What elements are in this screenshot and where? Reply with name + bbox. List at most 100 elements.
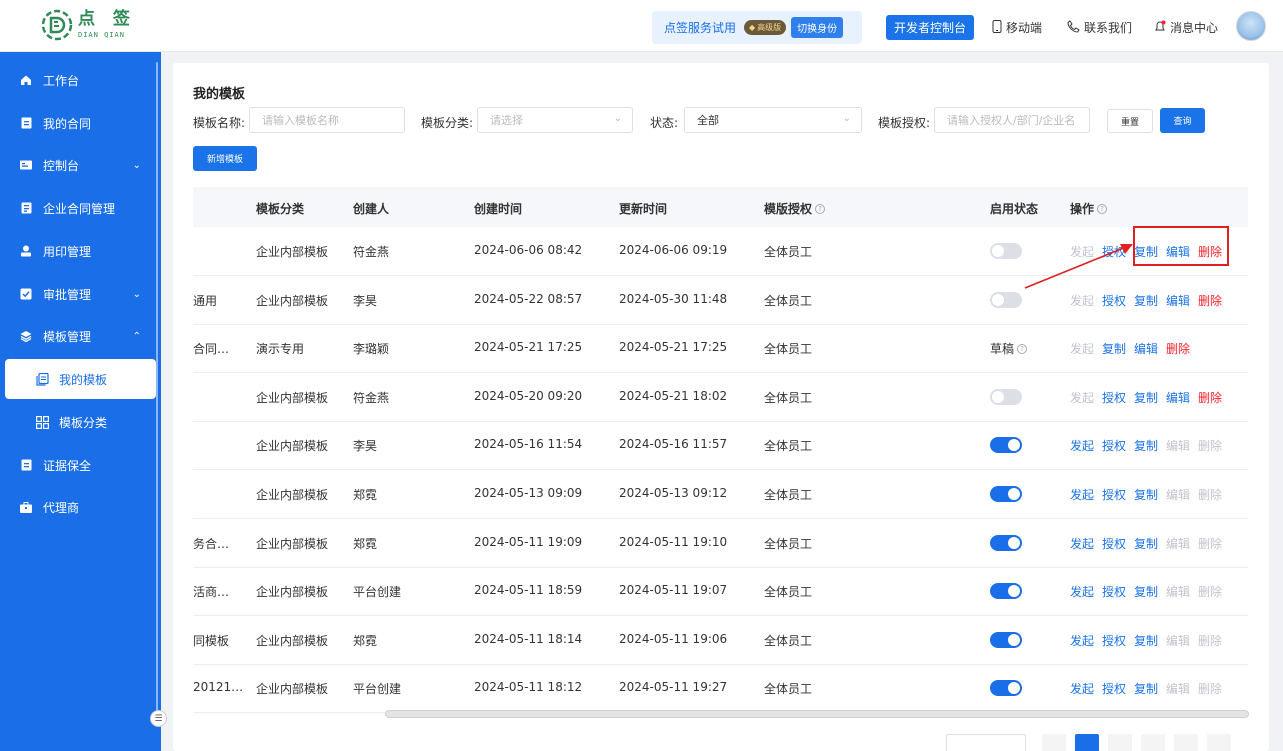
template-name-input[interactable]: 请输入模板名称 [249, 107, 405, 133]
cell-updated-time: 2024-05-11 19:27 [619, 680, 728, 695]
cell-auth: 全体员工 [764, 633, 813, 648]
query-button[interactable]: 查询 [1160, 108, 1205, 133]
copy-link[interactable]: 复制 [1134, 583, 1158, 600]
contact-link[interactable]: 联系我们 [1067, 19, 1132, 36]
table-horizontal-scrollbar[interactable] [385, 710, 1249, 718]
edit-link[interactable]: 编辑 [1166, 583, 1190, 600]
sidebar-item-evidence[interactable]: 证据保全 [0, 445, 161, 485]
launch-link[interactable]: 发起 [1070, 389, 1094, 406]
edit-link[interactable]: 编辑 [1134, 340, 1158, 357]
page-number[interactable] [1141, 734, 1165, 751]
top-bar: 点 签 DIAN QIAN 点签服务试用 ◆ 高级版 切换身份 开发者控制台 移… [0, 0, 1283, 52]
home-icon [20, 74, 32, 86]
authorize-link[interactable]: 授权 [1102, 486, 1126, 503]
delete-link[interactable]: 删除 [1198, 583, 1222, 600]
authorize-link[interactable]: 授权 [1102, 389, 1126, 406]
copy-link[interactable]: 复制 [1134, 389, 1158, 406]
edit-link[interactable]: 编辑 [1166, 535, 1190, 552]
help-icon[interactable]: ? [1017, 343, 1028, 354]
authorize-link[interactable]: 授权 [1102, 583, 1126, 600]
switch-identity-button[interactable]: 切换身份 [791, 17, 844, 38]
launch-link[interactable]: 发起 [1070, 437, 1094, 454]
enable-toggle[interactable] [990, 583, 1022, 600]
enable-toggle[interactable] [990, 243, 1022, 259]
mobile-link[interactable]: 移动端 [992, 19, 1042, 36]
cell-created-time: 2024-05-22 08:57 [474, 291, 583, 306]
launch-link[interactable]: 发起 [1070, 680, 1094, 697]
developer-console-button[interactable]: 开发者控制台 [886, 15, 975, 40]
edit-link[interactable]: 编辑 [1166, 292, 1190, 309]
authorize-link[interactable]: 授权 [1102, 437, 1126, 454]
enable-toggle[interactable] [990, 437, 1022, 454]
sidebar-item-seal[interactable]: 用印管理 [0, 231, 161, 271]
launch-link[interactable]: 发起 [1070, 632, 1094, 649]
logo[interactable]: 点 签 DIAN QIAN [40, 8, 136, 42]
page-size-select[interactable] [946, 734, 1026, 751]
cell-category: 企业内部模板 [256, 585, 329, 600]
table-row: 同模板 企业内部模板 郑霓 2024-05-11 18:14 2024-05-11 19… [193, 616, 1248, 665]
enable-toggle[interactable] [990, 388, 1022, 405]
grid-icon [36, 415, 50, 429]
status-select[interactable]: 全部 ⌄ [684, 107, 862, 133]
sidebar-item-workbench[interactable]: 工作台 [0, 60, 161, 100]
copy-link[interactable]: 复制 [1134, 437, 1158, 454]
page-number[interactable] [1108, 734, 1132, 751]
template-auth-input[interactable]: 请输入授权人/部门/企业名 [934, 107, 1090, 133]
collapse-sidebar-icon[interactable]: ☰ [150, 710, 167, 727]
launch-link[interactable]: 发起 [1070, 340, 1094, 357]
page-number-active[interactable] [1075, 734, 1099, 751]
sidebar-item-my-templates[interactable]: 我的模板 [5, 359, 156, 399]
copy-link[interactable]: 复制 [1134, 680, 1158, 697]
launch-link[interactable]: 发起 [1070, 535, 1094, 552]
delete-link[interactable]: 删除 [1198, 437, 1222, 454]
delete-link[interactable]: 删除 [1166, 340, 1190, 357]
sidebar-item-templates[interactable]: 模板管理 ⌃ [0, 316, 161, 356]
prev-page-button[interactable] [1042, 734, 1066, 751]
sidebar-item-enterprise-contracts[interactable]: 企业合同管理 [0, 188, 161, 228]
edit-link[interactable]: 编辑 [1166, 486, 1190, 503]
chevron-down-icon: ⌄ [132, 159, 141, 171]
diamond-icon: ◆ [749, 23, 756, 32]
edit-link[interactable]: 编辑 [1166, 632, 1190, 649]
enable-toggle[interactable] [990, 534, 1022, 551]
user-avatar[interactable] [1236, 11, 1266, 41]
template-category-select[interactable]: 请选择 ⌄ [477, 107, 633, 133]
status-select-value: 全部 [697, 114, 719, 127]
authorize-link[interactable]: 授权 [1102, 535, 1126, 552]
help-icon[interactable]: ? [815, 203, 826, 214]
copy-link[interactable]: 复制 [1102, 340, 1126, 357]
launch-link[interactable]: 发起 [1070, 583, 1094, 600]
edit-link[interactable]: 编辑 [1166, 680, 1190, 697]
delete-link[interactable]: 删除 [1198, 632, 1222, 649]
delete-link[interactable]: 删除 [1198, 389, 1222, 406]
authorize-link[interactable]: 授权 [1102, 632, 1126, 649]
sidebar-item-approval[interactable]: 审批管理 ⌄ [0, 274, 161, 314]
edit-link[interactable]: 编辑 [1166, 389, 1190, 406]
mobile-label: 移动端 [1006, 21, 1043, 35]
copy-link[interactable]: 复制 [1134, 632, 1158, 649]
enable-toggle[interactable] [990, 680, 1022, 697]
delete-link[interactable]: 删除 [1198, 292, 1222, 309]
sidebar-item-agent[interactable]: 代理商 [0, 487, 161, 527]
page-number[interactable] [1174, 734, 1198, 751]
copy-link[interactable]: 复制 [1134, 535, 1158, 552]
delete-link[interactable]: 删除 [1198, 486, 1222, 503]
reset-button[interactable]: 重置 [1107, 109, 1153, 133]
delete-link[interactable]: 删除 [1198, 680, 1222, 697]
evidence-icon [20, 459, 32, 471]
sidebar-item-my-contracts[interactable]: 我的合同 [0, 103, 161, 143]
message-center-link[interactable]: 消息中心 [1154, 19, 1218, 36]
launch-link[interactable]: 发起 [1070, 486, 1094, 503]
copy-link[interactable]: 复制 [1134, 486, 1158, 503]
new-template-button[interactable]: 新增模板 [193, 146, 257, 171]
sidebar-item-template-categories[interactable]: 模板分类 [0, 402, 161, 442]
enable-toggle[interactable] [990, 631, 1022, 648]
sidebar-item-console[interactable]: 控制台 ⌄ [0, 145, 161, 185]
enable-toggle[interactable] [990, 486, 1022, 502]
delete-link[interactable]: 删除 [1198, 535, 1222, 552]
enable-toggle[interactable] [990, 291, 1022, 308]
help-icon[interactable]: ? [1097, 203, 1108, 214]
edit-link[interactable]: 编辑 [1166, 437, 1190, 454]
next-page-button[interactable] [1207, 734, 1231, 751]
authorize-link[interactable]: 授权 [1102, 680, 1126, 697]
